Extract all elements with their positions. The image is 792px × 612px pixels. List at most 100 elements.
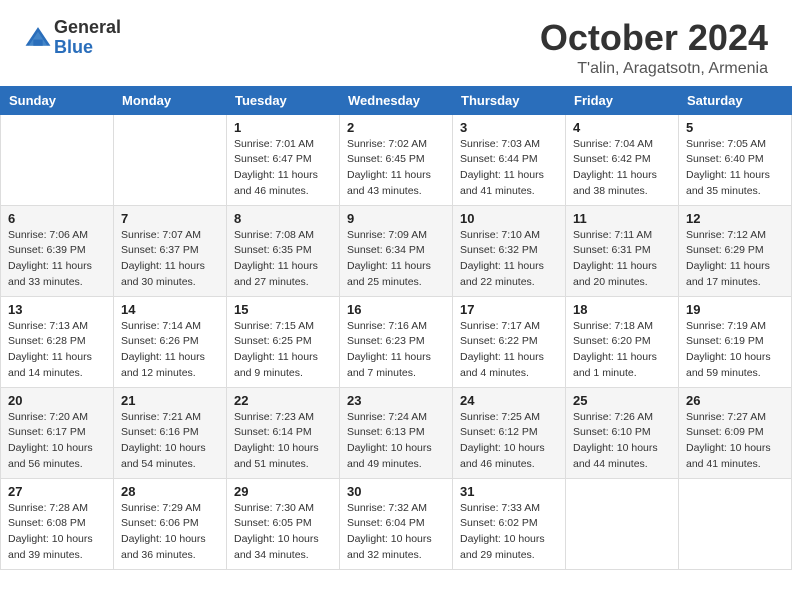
daylight-text: Daylight: 10 hours and 29 minutes. [460,533,545,561]
sunrise-text: Sunrise: 7:25 AM [460,411,540,423]
table-row [566,478,679,569]
day-number: 5 [686,120,784,135]
daylight-text: Daylight: 11 hours and 41 minutes. [460,169,544,197]
sunset-text: Sunset: 6:22 PM [460,335,538,347]
sunset-text: Sunset: 6:14 PM [234,426,312,438]
logo-general-label: General [54,18,121,38]
sunrise-text: Sunrise: 7:02 AM [347,138,427,150]
day-info: Sunrise: 7:05 AMSunset: 6:40 PMDaylight:… [686,137,784,200]
day-number: 9 [347,211,445,226]
day-number: 15 [234,302,332,317]
table-row: 14Sunrise: 7:14 AMSunset: 6:26 PMDayligh… [114,296,227,387]
table-row: 28Sunrise: 7:29 AMSunset: 6:06 PMDayligh… [114,478,227,569]
day-info: Sunrise: 7:17 AM Sunset: 6:22 PM Daylight:… [460,319,558,382]
daylight-text: Daylight: 11 hours and 43 minutes. [347,169,431,197]
sunrise-text: Sunrise: 7:17 AM [460,320,540,332]
table-row: 15 Sunrise: 7:15 AM Sunset: 6:25 PM Dayligh… [227,296,340,387]
calendar-table: Sunday Monday Tuesday Wednesday Thursday… [0,86,792,570]
sunrise-text: Sunrise: 7:32 AM [347,502,427,514]
sunset-text: Sunset: 6:09 PM [686,426,764,438]
sunrise-text: Sunrise: 7:24 AM [347,411,427,423]
day-number: 11 [573,211,671,226]
day-info: Sunrise: 7:06 AM Sunset: 6:39 PM Daylight:… [8,228,106,291]
day-number: 19 [686,302,784,317]
day-info: Sunrise: 7:30 AMSunset: 6:05 PMDaylight:… [234,501,332,564]
day-info: Sunrise: 7:14 AMSunset: 6:26 PMDaylight:… [121,319,219,382]
page: General Blue October 2024 T'alin, Aragat… [0,0,792,612]
sunrise-text: Sunrise: 7:12 AM [686,229,766,241]
sunrise-text: Sunrise: 7:14 AM [121,320,201,332]
day-info: Sunrise: 7:11 AMSunset: 6:31 PMDaylight:… [573,228,671,291]
day-info: Sunrise: 7:07 AMSunset: 6:37 PMDaylight:… [121,228,219,291]
day-number: 2 [347,120,445,135]
daylight-text: Daylight: 11 hours and 22 minutes. [460,260,544,288]
day-number: 31 [460,484,558,499]
table-row: 25Sunrise: 7:26 AMSunset: 6:10 PMDayligh… [566,387,679,478]
sunset-text: Sunset: 6:02 PM [460,517,538,529]
calendar-week-row: 20Sunrise: 7:20 AMSunset: 6:17 PMDayligh… [1,387,792,478]
table-row: 5 Sunrise: 7:05 AMSunset: 6:40 PMDaylight… [679,114,792,205]
month-title: October 2024 [540,18,768,58]
daylight-text: Daylight: 11 hours and 30 minutes. [121,260,205,288]
sunrise-text: Sunrise: 7:10 AM [460,229,540,241]
calendar-week-row: 1Sunrise: 7:01 AMSunset: 6:47 PMDaylight… [1,114,792,205]
table-row: 27Sunrise: 7:28 AMSunset: 6:08 PMDayligh… [1,478,114,569]
sunrise-text: Sunrise: 7:07 AM [121,229,201,241]
table-row: 17Sunrise: 7:17 AMSunset: 6:22 PMDayligh… [453,296,566,387]
table-row: 22Sunrise: 7:23 AMSunset: 6:14 PMDayligh… [227,387,340,478]
sunset-text: Sunset: 6:13 PM [347,426,425,438]
sunset-text: Sunset: 6:45 PM [347,153,425,165]
logo-icon [24,24,52,52]
daylight-text: Daylight: 10 hours and 39 minutes. [8,533,93,561]
sunset-text: Sunset: 6:05 PM [234,517,312,529]
table-row [679,478,792,569]
table-row: 4Sunrise: 7:04 AMSunset: 6:42 PMDaylight… [566,114,679,205]
daylight-text: Daylight: 11 hours and 4 minutes. [460,351,544,379]
daylight-text: Daylight: 10 hours and 56 minutes. [8,442,93,470]
daylight-text: Daylight: 11 hours and 33 minutes. [8,260,92,288]
col-tuesday: Tuesday [227,86,340,114]
sunset-text: Sunset: 6:44 PM [460,153,538,165]
day-number: 1 [234,120,332,135]
day-number: 3 [460,120,558,135]
sunrise-text: Sunrise: 7:15 AM [234,320,314,332]
sunset-text: Sunset: 6:39 PM [8,244,86,256]
day-number: 13 [8,302,106,317]
sunset-text: Sunset: 6:25 PM [234,335,312,347]
sunrise-text: Sunrise: 7:11 AM [573,229,652,241]
daylight-text: Daylight: 11 hours and 7 minutes. [347,351,431,379]
day-info: Sunrise: 7:26 AMSunset: 6:10 PMDaylight:… [573,410,671,473]
table-row: 19Sunrise: 7:19 AMSunset: 6:19 PMDayligh… [679,296,792,387]
table-row [114,114,227,205]
daylight-text: Daylight: 10 hours and 51 minutes. [234,442,319,470]
col-monday: Monday [114,86,227,114]
day-number: 6 [8,211,106,226]
col-friday: Friday [566,86,679,114]
sunrise-text: Sunrise: 7:08 AM [234,229,314,241]
sunrise-text: Sunrise: 7:09 AM [347,229,427,241]
sunset-text: Sunset: 6:47 PM [234,153,312,165]
sunset-text: Sunset: 6:31 PM [573,244,651,256]
table-row: 11Sunrise: 7:11 AMSunset: 6:31 PMDayligh… [566,205,679,296]
sunrise-text: Sunrise: 7:06 AM [8,229,88,241]
day-info: Sunrise: 7:15 AM Sunset: 6:25 PM Daylight:… [234,319,332,382]
day-number: 27 [8,484,106,499]
calendar-week-row: 13Sunrise: 7:13 AMSunset: 6:28 PMDayligh… [1,296,792,387]
day-number: 20 [8,393,106,408]
daylight-text: Daylight: 10 hours and 59 minutes. [686,351,771,379]
day-info: Sunrise: 7:08 AMSunset: 6:35 PMDaylight:… [234,228,332,291]
daylight-text: Daylight: 10 hours and 41 minutes. [686,442,771,470]
sunset-text: Sunset: 6:23 PM [347,335,425,347]
table-row: 20Sunrise: 7:20 AMSunset: 6:17 PMDayligh… [1,387,114,478]
daylight-text: Daylight: 11 hours and 9 minutes. [234,351,318,379]
day-number: 26 [686,393,784,408]
daylight-text: Daylight: 11 hours and 14 minutes. [8,351,92,379]
sunrise-text: Sunrise: 7:23 AM [234,411,314,423]
col-thursday: Thursday [453,86,566,114]
col-wednesday: Wednesday [340,86,453,114]
daylight-text: Daylight: 11 hours and 12 minutes. [121,351,205,379]
sunset-text: Sunset: 6:17 PM [8,426,86,438]
daylight-text: Daylight: 11 hours and 25 minutes. [347,260,431,288]
sunset-text: Sunset: 6:16 PM [121,426,199,438]
day-number: 29 [234,484,332,499]
